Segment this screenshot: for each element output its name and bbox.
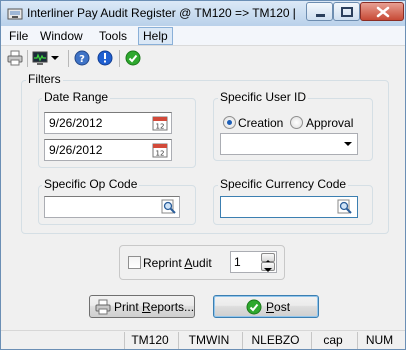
menu-window[interactable]: Window [40, 29, 83, 43]
post-label-accel: P [266, 300, 275, 314]
svg-text:12: 12 [156, 123, 165, 131]
reprint-count-stepper[interactable]: 1 [230, 251, 277, 273]
status-bar: TM120 TMWIN NLEBZO cap NUM [1, 330, 405, 349]
calendar-icon[interactable]: 12 [152, 142, 168, 158]
chevron-down-icon [264, 268, 272, 272]
print-icon[interactable] [7, 50, 23, 66]
check-icon [246, 299, 262, 315]
filters-legend: Filters [26, 72, 63, 86]
approval-radio[interactable] [290, 116, 303, 129]
status-user: NLEBZO [242, 332, 308, 349]
reprint-label-prefix: Reprint [143, 256, 185, 270]
close-button[interactable] [360, 2, 404, 21]
print-icon [95, 299, 111, 315]
toolbar-separator [68, 50, 69, 67]
op-code-label: Specific Op Code [42, 177, 140, 191]
reprint-audit-checkbox[interactable] [128, 256, 141, 269]
post-button[interactable]: Post [213, 295, 319, 318]
dropdown-arrow-icon[interactable] [50, 50, 60, 66]
spin-up-button[interactable] [261, 253, 275, 264]
check-icon[interactable] [125, 50, 141, 66]
status-num: NUM [357, 332, 401, 349]
reprint-count-value: 1 [234, 255, 241, 269]
print-label-suffix: eports... [150, 300, 195, 314]
approval-radio-label: Approval [306, 116, 354, 130]
monitor-icon[interactable] [32, 50, 48, 66]
minimize-icon [316, 14, 325, 17]
print-label-prefix: Print [114, 300, 143, 314]
minimize-button[interactable] [306, 2, 333, 21]
menu-help[interactable]: Help [138, 27, 173, 45]
chevron-down-icon [344, 142, 352, 146]
app-icon [7, 8, 23, 20]
post-label-suffix: ost [274, 300, 291, 314]
status-app: TMWIN [178, 332, 239, 349]
reprint-audit-label: Reprint Audit [143, 256, 212, 270]
post-label: Post [266, 300, 290, 314]
user-id-label: Specific User ID [218, 90, 309, 104]
lookup-icon[interactable] [337, 199, 353, 215]
svg-text:?: ? [79, 54, 85, 65]
date-range-label: Date Range [42, 90, 111, 104]
title-bar[interactable]: Interliner Pay Audit Register @ TM120 =>… [1, 1, 405, 26]
info-icon[interactable] [97, 50, 113, 66]
calendar-icon[interactable]: 12 [152, 115, 168, 131]
status-caps: cap [311, 332, 354, 349]
spin-down-button[interactable] [261, 262, 275, 272]
close-icon [376, 6, 390, 18]
reprint-label-suffix: udit [192, 256, 212, 270]
window-title: Interliner Pay Audit Register @ TM120 =>… [27, 6, 295, 20]
menu-file[interactable]: File [9, 29, 28, 43]
currency-code-label: Specific Currency Code [218, 177, 349, 191]
maximize-button[interactable] [333, 2, 360, 21]
toolbar-separator [27, 50, 28, 67]
svg-text:12: 12 [156, 150, 165, 158]
user-id-combo[interactable] [220, 133, 358, 155]
menu-bar: File Window Tools Help [1, 26, 405, 46]
status-database: TM120 [124, 332, 175, 349]
toolbar: ? [1, 47, 405, 70]
menu-tools[interactable]: Tools [99, 29, 127, 43]
app-window: Interliner Pay Audit Register @ TM120 =>… [0, 0, 406, 350]
op-code-field[interactable] [44, 196, 180, 218]
creation-radio[interactable] [223, 116, 236, 129]
help-icon[interactable]: ? [74, 50, 90, 66]
creation-radio-label: Creation [238, 116, 284, 130]
toolbar-separator [119, 50, 120, 67]
print-label-accel: R [142, 300, 151, 314]
print-reports-button[interactable]: Print Reports... [89, 295, 195, 318]
print-reports-label: Print Reports... [114, 300, 194, 314]
maximize-icon [341, 7, 353, 17]
lookup-icon[interactable] [161, 199, 177, 215]
